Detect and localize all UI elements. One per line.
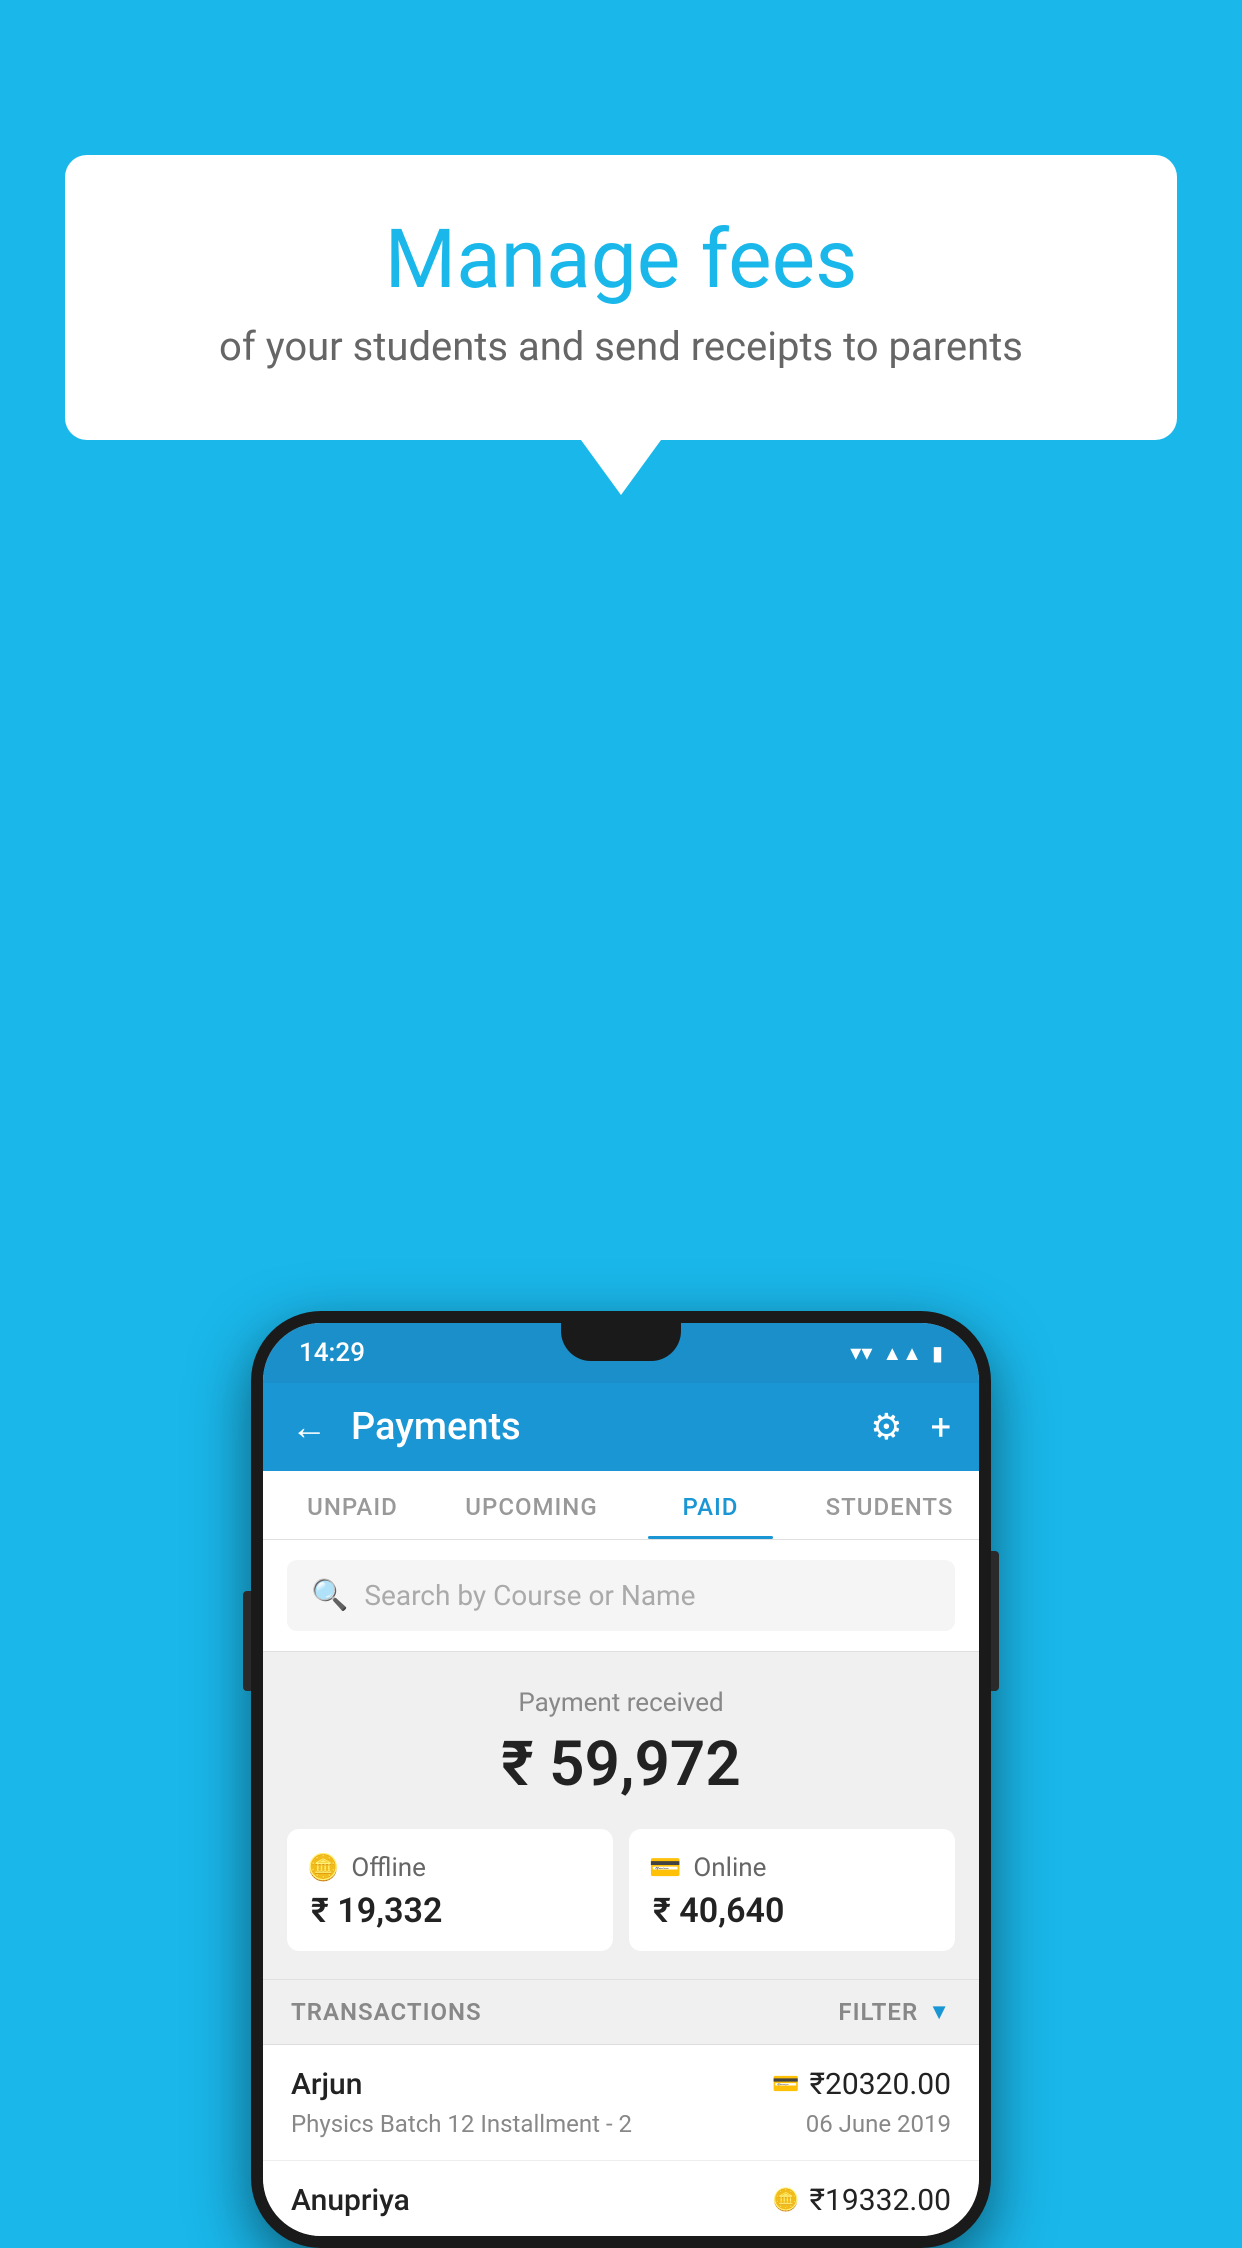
offline-card-header: 🪙 Offline xyxy=(307,1853,593,1883)
phone-frame: 14:29 ▾▾ ▲▲ ▮ ← Payments ⚙ + UNPAID xyxy=(251,1311,991,2248)
tabs: UNPAID UPCOMING PAID STUDENTS xyxy=(263,1471,979,1540)
transaction-description: Physics Batch 12 Installment - 2 xyxy=(291,2110,632,2138)
speech-bubble-subtitle: of your students and send receipts to pa… xyxy=(145,323,1097,370)
card-payment-icon: 💳 xyxy=(772,2072,799,2097)
search-bar[interactable]: 🔍 Search by Course or Name xyxy=(287,1560,955,1631)
offline-icon: 🪙 xyxy=(307,1853,339,1883)
app-bar-title: Payments xyxy=(351,1405,846,1449)
signal-icon: ▲▲ xyxy=(882,1341,922,1366)
tab-paid[interactable]: PAID xyxy=(621,1471,800,1539)
offline-payment-card: 🪙 Offline ₹ 19,332 xyxy=(287,1829,613,1951)
payment-received-label: Payment received xyxy=(287,1688,955,1718)
status-icons: ▾▾ ▲▲ ▮ xyxy=(850,1341,943,1366)
filter-label: FILTER xyxy=(838,1998,918,2026)
transaction-row-partial[interactable]: Anupriya 🪙 ₹19332.00 xyxy=(263,2161,979,2236)
search-placeholder: Search by Course or Name xyxy=(364,1579,695,1612)
online-label: Online xyxy=(693,1853,766,1883)
payment-summary: Payment received ₹ 59,972 🪙 Offline ₹ 19… xyxy=(263,1652,979,1979)
transaction-row-top-2: Anupriya 🪙 ₹19332.00 xyxy=(291,2183,951,2218)
filter-icon: ▼ xyxy=(928,1999,951,2025)
wifi-icon: ▾▾ xyxy=(850,1341,872,1366)
transaction-amount-wrap: 💳 ₹20320.00 xyxy=(772,2067,951,2102)
phone-screen: 14:29 ▾▾ ▲▲ ▮ ← Payments ⚙ + UNPAID xyxy=(263,1323,979,2236)
transaction-date: 06 June 2019 xyxy=(806,2110,951,2138)
transactions-header: TRANSACTIONS FILTER ▼ xyxy=(263,1979,979,2045)
online-icon: 💳 xyxy=(649,1853,681,1883)
status-time: 14:29 xyxy=(299,1338,365,1368)
speech-bubble: Manage fees of your students and send re… xyxy=(65,155,1177,440)
filter-button[interactable]: FILTER ▼ xyxy=(838,1998,951,2026)
online-amount: ₹ 40,640 xyxy=(649,1891,935,1931)
app-bar: ← Payments ⚙ + xyxy=(263,1383,979,1471)
plus-icon[interactable]: + xyxy=(931,1406,951,1448)
transaction-amount: ₹20320.00 xyxy=(810,2067,951,2102)
online-payment-card: 💳 Online ₹ 40,640 xyxy=(629,1829,955,1951)
transaction-amount-wrap-2: 🪙 ₹19332.00 xyxy=(772,2183,951,2218)
transaction-name: Arjun xyxy=(291,2067,362,2102)
payment-total-amount: ₹ 59,972 xyxy=(287,1728,955,1801)
phone-wrapper: 14:29 ▾▾ ▲▲ ▮ ← Payments ⚙ + UNPAID xyxy=(251,1311,991,2248)
notch xyxy=(561,1323,681,1361)
transactions-label: TRANSACTIONS xyxy=(291,1998,482,2026)
back-button[interactable]: ← xyxy=(291,1406,327,1448)
speech-bubble-title: Manage fees xyxy=(145,215,1097,305)
speech-bubble-wrapper: Manage fees of your students and send re… xyxy=(65,155,1177,495)
online-card-header: 💳 Online xyxy=(649,1853,935,1883)
battery-icon: ▮ xyxy=(932,1341,943,1365)
app-bar-icons: ⚙ + xyxy=(870,1406,951,1448)
offline-label: Offline xyxy=(351,1853,426,1883)
cash-payment-icon: 🪙 xyxy=(772,2188,799,2213)
tab-upcoming[interactable]: UPCOMING xyxy=(442,1471,621,1539)
transaction-amount-2: ₹19332.00 xyxy=(810,2183,951,2218)
offline-amount: ₹ 19,332 xyxy=(307,1891,593,1931)
transaction-row-bottom: Physics Batch 12 Installment - 2 06 June… xyxy=(291,2110,951,2138)
transaction-row[interactable]: Arjun 💳 ₹20320.00 Physics Batch 12 Insta… xyxy=(263,2045,979,2161)
transaction-name-2: Anupriya xyxy=(291,2183,410,2218)
search-icon: 🔍 xyxy=(311,1578,348,1613)
transaction-row-top: Arjun 💳 ₹20320.00 xyxy=(291,2067,951,2102)
status-bar: 14:29 ▾▾ ▲▲ ▮ xyxy=(263,1323,979,1383)
search-container: 🔍 Search by Course or Name xyxy=(263,1540,979,1652)
speech-bubble-arrow xyxy=(581,440,661,495)
tab-students[interactable]: STUDENTS xyxy=(800,1471,979,1539)
payment-cards: 🪙 Offline ₹ 19,332 💳 Online ₹ 40,640 xyxy=(287,1829,955,1951)
tab-unpaid[interactable]: UNPAID xyxy=(263,1471,442,1539)
gear-icon[interactable]: ⚙ xyxy=(870,1406,902,1448)
